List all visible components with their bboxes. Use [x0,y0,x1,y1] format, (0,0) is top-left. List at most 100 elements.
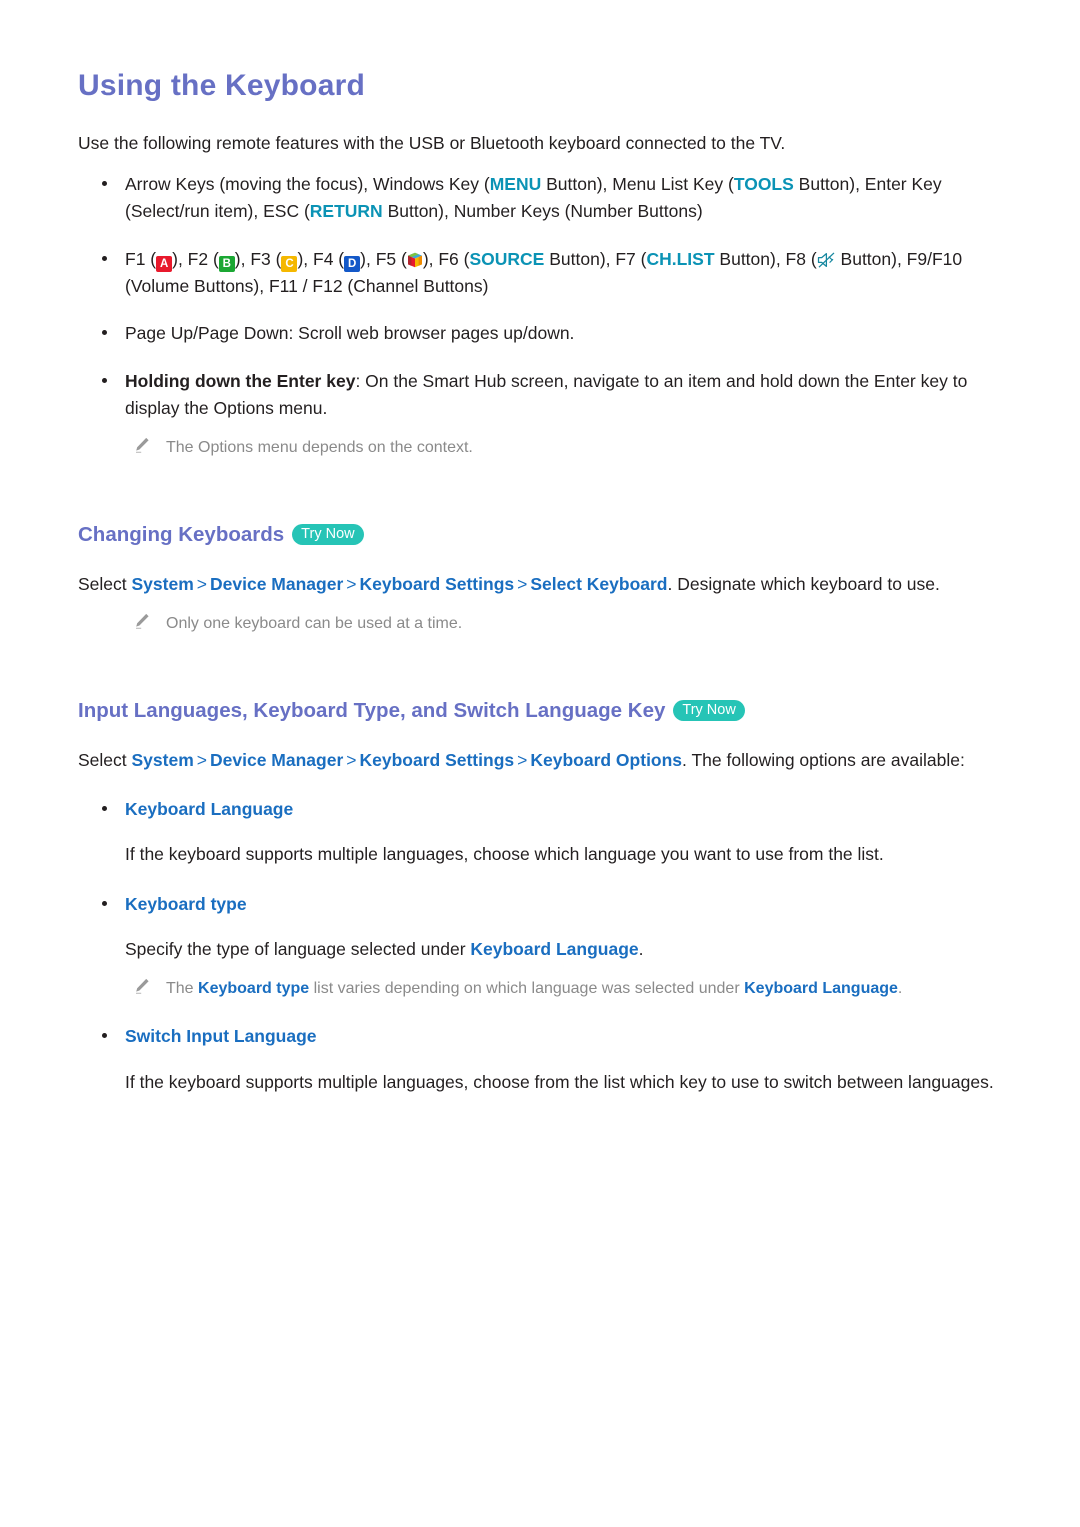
path-separator-icon: > [196,749,207,770]
color-button-c-icon: C [281,255,298,272]
section-heading-changing-keyboards: Changing Keyboards Try Now [78,522,1002,549]
bullet-dot-icon [102,900,107,906]
path-separator-icon: > [346,573,357,594]
option-item-switch-input-language: Switch Input Language [78,1023,1002,1050]
option-desc-keyboard-language: If the keyboard supports multiple langua… [125,844,884,865]
try-now-badge-1[interactable]: Try Now [292,523,364,546]
option-item-keyboard-language: Keyboard Language [78,796,1002,823]
fn-text-8: Button), F8 ( [714,248,817,269]
section-1-path-tail: . Designate which keyboard to use. [667,573,940,594]
bullet-dot-icon [102,806,107,812]
path-link-device-manager-1[interactable]: Device Manager [210,574,343,594]
path-link-keyboard-settings-1[interactable]: Keyboard Settings [360,574,515,594]
option-desc-post: . [638,938,644,959]
path-link-select-keyboard[interactable]: Select Keyboard [530,574,667,594]
smart-hub-cube-icon [407,249,423,268]
section-2-path-tail: . The following options are available: [682,749,965,770]
note-kt-text-1: The [166,980,199,998]
bullet-dot-icon [102,255,107,261]
arrow-keys-text-1: Arrow Keys (moving the focus), Windows K… [125,174,490,195]
fn-text-4: ), F4 ( [297,248,345,269]
note-kt-text-2: list varies depending on which language … [309,980,745,998]
option-list-keyboard-type: Keyboard type [78,891,1002,918]
note-one-keyboard: Only one keyboard can be used at a time. [78,612,1002,636]
note-one-keyboard-text: Only one keyboard can be used at a time. [166,615,463,633]
pencil-icon [134,613,151,630]
section-heading-input-languages: Input Languages, Keyboard Type, and Swit… [78,698,1002,725]
keyword-source: SOURCE [469,248,545,269]
bullet-dot-icon [102,1033,107,1039]
option-desc-pre: Specify the type of language selected un… [125,938,471,959]
path-separator-icon: > [346,749,357,770]
section-1-title: Changing Keyboards [78,523,285,547]
page-title: Using the Keyboard [78,69,365,102]
note-kt-link-keyboard-type[interactable]: Keyboard type [198,980,309,997]
pencil-icon [134,437,151,454]
mute-speaker-icon [817,249,836,268]
option-desc-switch-input-language: If the keyboard supports multiple langua… [125,1071,994,1092]
bullet-arrow-keys: Arrow Keys (moving the focus), Windows K… [78,171,1002,226]
color-button-a-icon: A [156,255,173,272]
fn-text-2: ), F2 ( [172,248,219,269]
fn-text-1: F1 ( [125,248,157,269]
page-updown-text: Page Up/Page Down: Scroll web browser pa… [125,323,575,344]
fn-text-7: Button), F7 ( [544,248,647,269]
bullet-dot-icon [102,377,107,383]
bullet-dot-icon [102,181,107,187]
pencil-icon [134,978,151,995]
option-title-keyboard-type[interactable]: Keyboard type [125,894,247,914]
select-label-2: Select [78,749,132,770]
path-link-keyboard-settings-2[interactable]: Keyboard Settings [360,750,515,770]
note-keyboard-type: The Keyboard type list varies depending … [78,977,1002,1001]
path-link-keyboard-options[interactable]: Keyboard Options [530,750,682,770]
arrow-keys-text-4: Button), Number Keys (Number Buttons) [382,201,703,222]
path-separator-icon: > [517,749,528,770]
path-link-system-1[interactable]: System [132,574,194,594]
bullet-page-updown: Page Up/Page Down: Scroll web browser pa… [78,320,1002,347]
bullet-dot-icon [102,330,107,336]
fn-text-6: ), F6 ( [422,248,470,269]
select-label-1: Select [78,573,132,594]
features-bullet-list: Arrow Keys (moving the focus), Windows K… [78,171,1002,422]
section-2-path-paragraph: Select System > Device Manager > Keyboard Se… [78,747,1002,774]
path-separator-icon: > [517,573,528,594]
holding-enter-label: Holding down the Enter key [125,370,356,391]
fn-text-5: ), F5 ( [360,248,407,269]
color-button-d-icon: D [344,255,361,272]
section-1-path-paragraph: Select System > Device Manager > Keyboard Se… [78,571,1002,598]
note-options-context-text: The Options menu depends on the context. [166,439,473,457]
option-list-keyboard-language: Keyboard Language [78,796,1002,823]
path-separator-icon: > [196,573,207,594]
note-options-context: The Options menu depends on the context. [78,436,1002,460]
path-link-device-manager-2[interactable]: Device Manager [210,750,343,770]
fn-text-3: ), F3 ( [234,248,282,269]
bullet-function-keys: F1 (A), F2 (B), F3 (C), F4 (D), F5 ( ), F… [78,246,1002,301]
section-2-title: Input Languages, Keyboard Type, and Swit… [78,699,666,723]
option-item-keyboard-type: Keyboard type [78,891,1002,918]
note-kt-link-keyboard-language[interactable]: Keyboard Language [744,980,898,997]
option-desc-link-keyboard-language[interactable]: Keyboard Language [470,939,638,959]
keyword-tools: TOOLS [733,174,794,195]
option-title-keyboard-language[interactable]: Keyboard Language [125,799,293,819]
path-link-system-2[interactable]: System [132,750,194,770]
arrow-keys-text-2: Button), Menu List Key ( [541,174,734,195]
bullet-holding-enter: Holding down the Enter key: On the Smart… [78,368,1002,423]
option-title-switch-input-language[interactable]: Switch Input Language [125,1026,317,1046]
note-kt-text-3: . [897,980,903,998]
option-desc-keyboard-type: Specify the type of language selected un… [78,936,1002,963]
document-page: Using the Keyboard Use the following rem… [0,0,1080,1527]
intro-paragraph: Use the following remote features with t… [78,133,786,153]
keyword-menu: MENU [489,174,542,195]
color-button-b-icon: B [218,255,235,272]
keyword-return: RETURN [309,201,383,222]
try-now-badge-2[interactable]: Try Now [673,699,745,722]
